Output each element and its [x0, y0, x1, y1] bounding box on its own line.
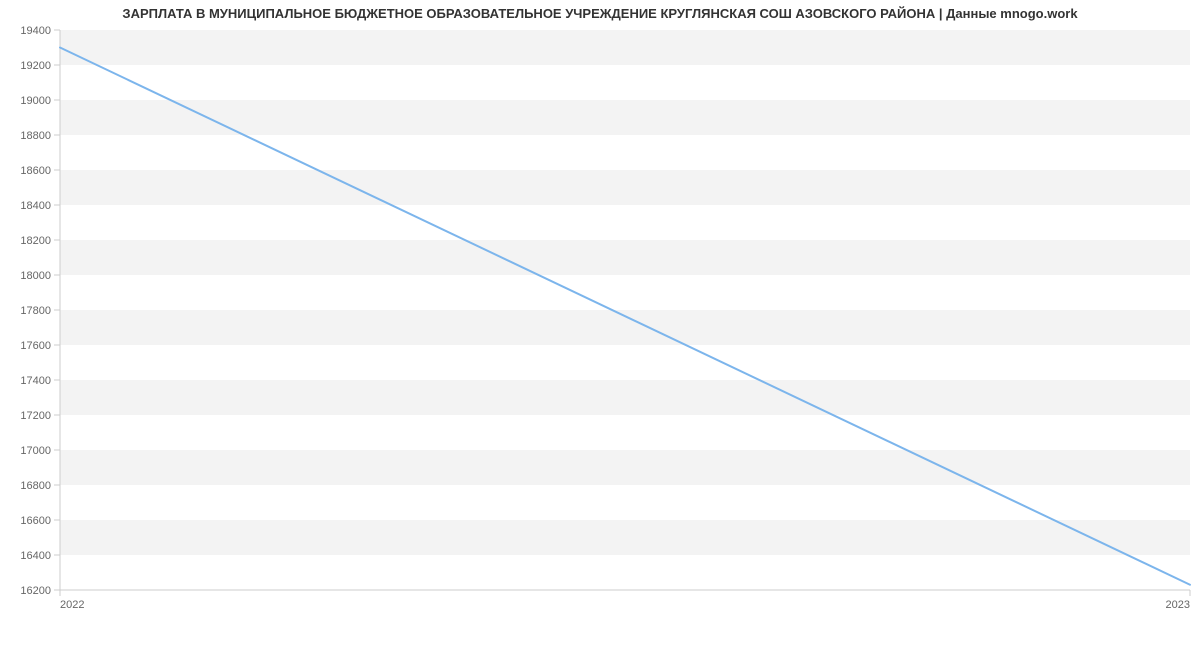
- plot-band: [60, 240, 1190, 275]
- plot-band: [60, 380, 1190, 415]
- salary-line-chart: ЗАРПЛАТА В МУНИЦИПАЛЬНОЕ БЮДЖЕТНОЕ ОБРАЗ…: [0, 0, 1200, 650]
- y-tick-label: 17200: [20, 410, 51, 422]
- y-tick-label: 17800: [20, 305, 51, 317]
- plot-band: [60, 520, 1190, 555]
- y-tick-label: 19000: [20, 95, 51, 107]
- x-tick-label: 2023: [1166, 599, 1190, 611]
- y-tick-label: 18200: [20, 235, 51, 247]
- plot-band: [60, 170, 1190, 205]
- y-tick-label: 18600: [20, 165, 51, 177]
- y-tick-label: 18400: [20, 200, 51, 212]
- y-tick-label: 16800: [20, 480, 51, 492]
- x-tick-label: 2022: [60, 599, 84, 611]
- chart-svg: 16200 16400 16600 16800 17000 17200 17400 17600…: [0, 0, 1200, 650]
- y-tick-label: 18000: [20, 270, 51, 282]
- y-tick-label: 19200: [20, 60, 51, 72]
- y-tick-label: 16400: [20, 550, 51, 562]
- y-tick-label: 18800: [20, 130, 51, 142]
- y-tick-label: 19400: [20, 25, 51, 37]
- y-tick-label: 16600: [20, 515, 51, 527]
- y-tick-label: 17000: [20, 445, 51, 457]
- y-tick-label: 17600: [20, 340, 51, 352]
- y-tick-label: 16200: [20, 585, 51, 597]
- y-tick-label: 17400: [20, 375, 51, 387]
- plot-band: [60, 100, 1190, 135]
- plot-band: [60, 30, 1190, 65]
- chart-title: ЗАРПЛАТА В МУНИЦИПАЛЬНОЕ БЮДЖЕТНОЕ ОБРАЗ…: [0, 6, 1200, 21]
- plot-band: [60, 450, 1190, 485]
